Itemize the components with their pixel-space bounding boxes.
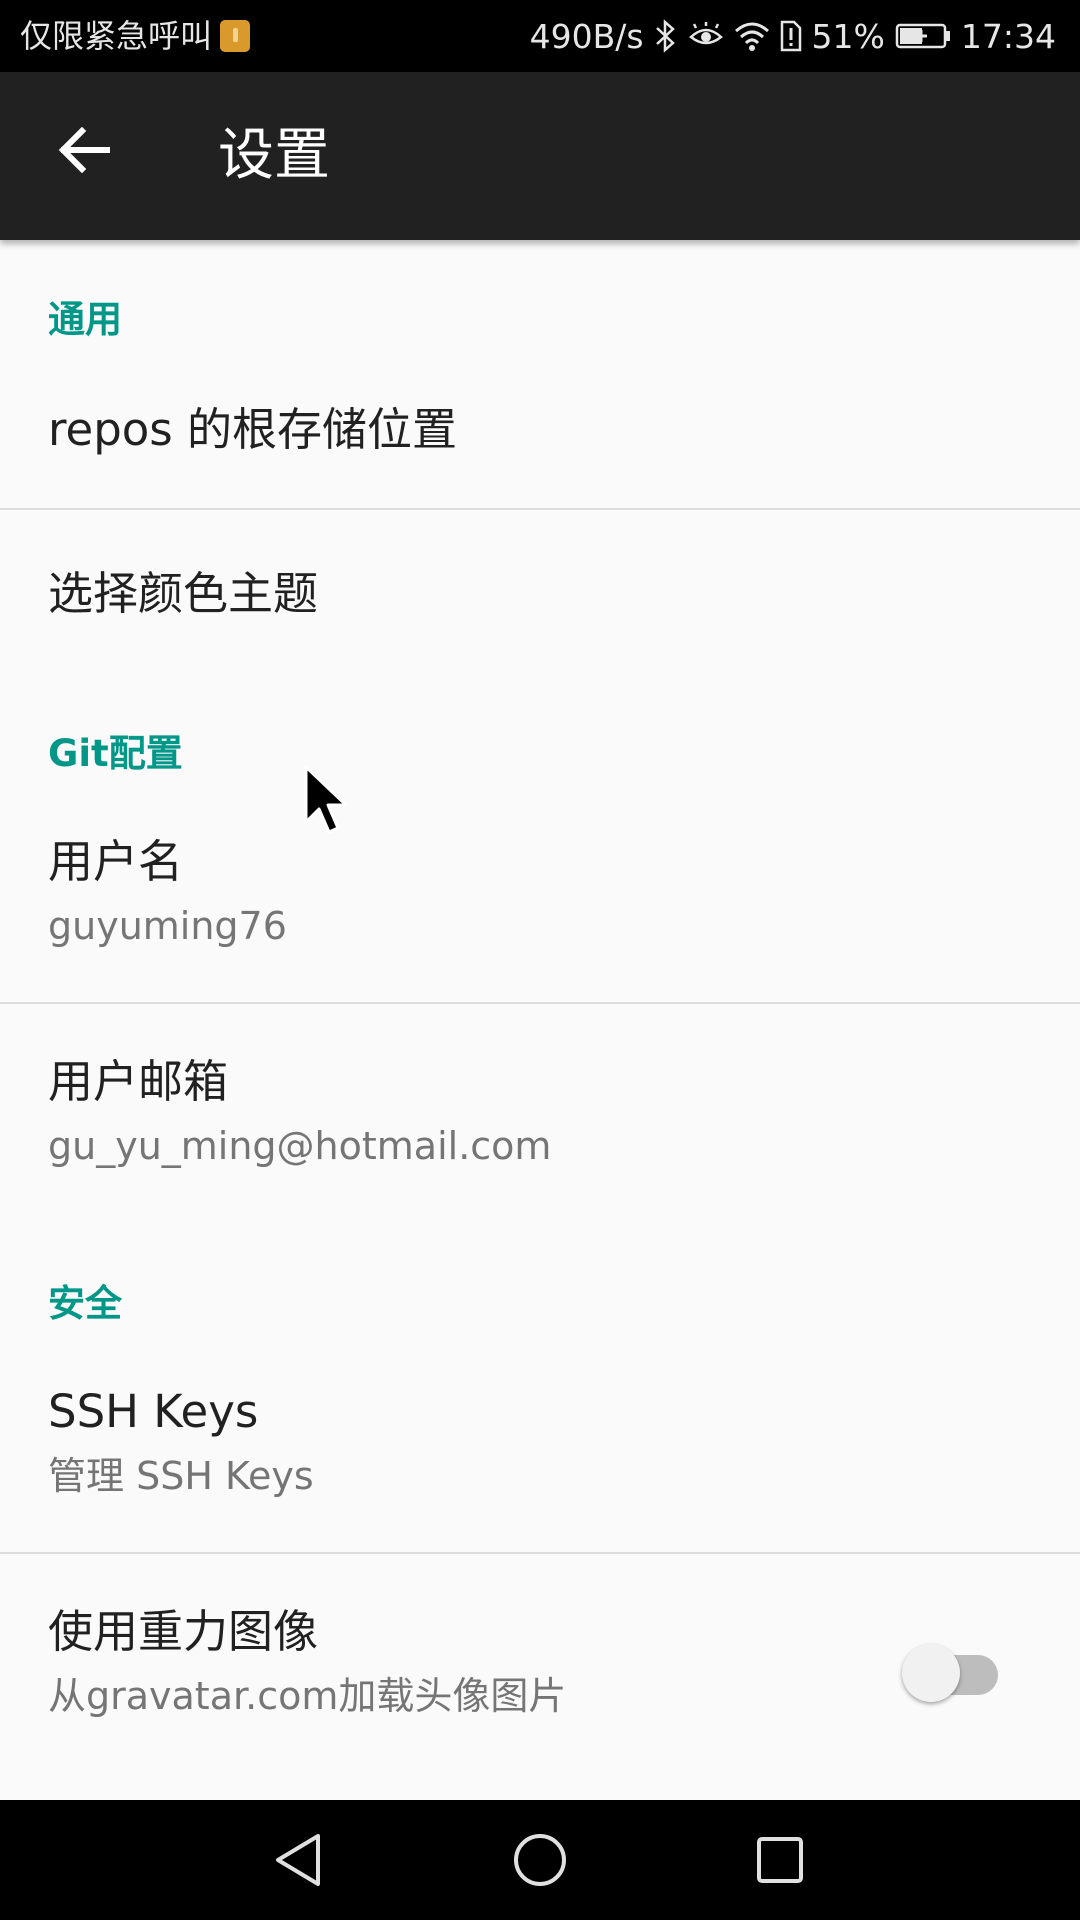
category-security: 安全 — [48, 1282, 122, 1325]
settings-screen: 仅限紧急呼叫 490B/s 51% 17:34 设置 通用 repos 的根存储… — [0, 0, 1080, 1920]
carrier-text: 仅限紧急呼叫 — [20, 17, 213, 55]
square-recents-icon — [757, 1837, 803, 1883]
pref-color-theme-title: 选择颜色主题 — [48, 567, 319, 620]
pref-ssh-keys-summary: 管理 SSH Keys — [48, 1454, 314, 1498]
pref-repos-location-title: repos 的根存储位置 — [48, 403, 458, 456]
clock: 17:34 — [960, 16, 1056, 56]
pref-ssh-keys-title: SSH Keys — [48, 1385, 259, 1438]
navigation-bar — [0, 1800, 1080, 1920]
circle-home-icon — [514, 1834, 566, 1886]
status-right: 490B/s 51% 17:34 — [530, 14, 1056, 58]
category-general: 通用 — [48, 298, 122, 341]
status-left: 仅限紧急呼叫 — [20, 14, 251, 58]
arrow-back-icon — [58, 127, 110, 173]
battery-charging-icon — [895, 22, 951, 50]
pref-email-summary: gu_yu_ming@hotmail.com — [48, 1124, 552, 1168]
bluetooth-icon — [654, 19, 678, 53]
nav-back-button[interactable] — [266, 1828, 330, 1892]
page-title: 设置 — [218, 123, 330, 188]
mouse-cursor-icon — [304, 765, 348, 834]
net-speed: 490B/s — [529, 16, 644, 56]
sim-card-icon — [220, 20, 251, 52]
pref-gravatar-summary: 从gravatar.com加载头像图片 — [48, 1674, 567, 1718]
pref-username[interactable] — [0, 800, 1080, 1000]
nav-recents-button[interactable] — [748, 1828, 812, 1892]
app-bar: 设置 — [0, 72, 1080, 240]
pref-gravatar-title: 使用重力图像 — [48, 1605, 319, 1658]
category-git: Git配置 — [48, 732, 183, 775]
wifi-icon — [734, 21, 770, 51]
pref-username-summary: guyuming76 — [48, 904, 287, 948]
toggle-thumb — [902, 1644, 960, 1702]
gravatar-toggle[interactable] — [902, 1637, 998, 1702]
nav-home-button[interactable] — [508, 1828, 572, 1892]
pref-username-title: 用户名 — [48, 835, 184, 888]
pref-ssh-keys[interactable] — [0, 1350, 1080, 1550]
status-bar: 仅限紧急呼叫 490B/s 51% 17:34 — [0, 0, 1080, 72]
battery-percent: 51% — [811, 16, 885, 56]
pref-email-title: 用户邮箱 — [48, 1055, 229, 1108]
no-sim-alert-icon — [780, 20, 802, 52]
eye-comfort-icon — [688, 21, 724, 51]
back-button[interactable] — [44, 110, 124, 190]
triangle-back-icon — [276, 1834, 320, 1886]
